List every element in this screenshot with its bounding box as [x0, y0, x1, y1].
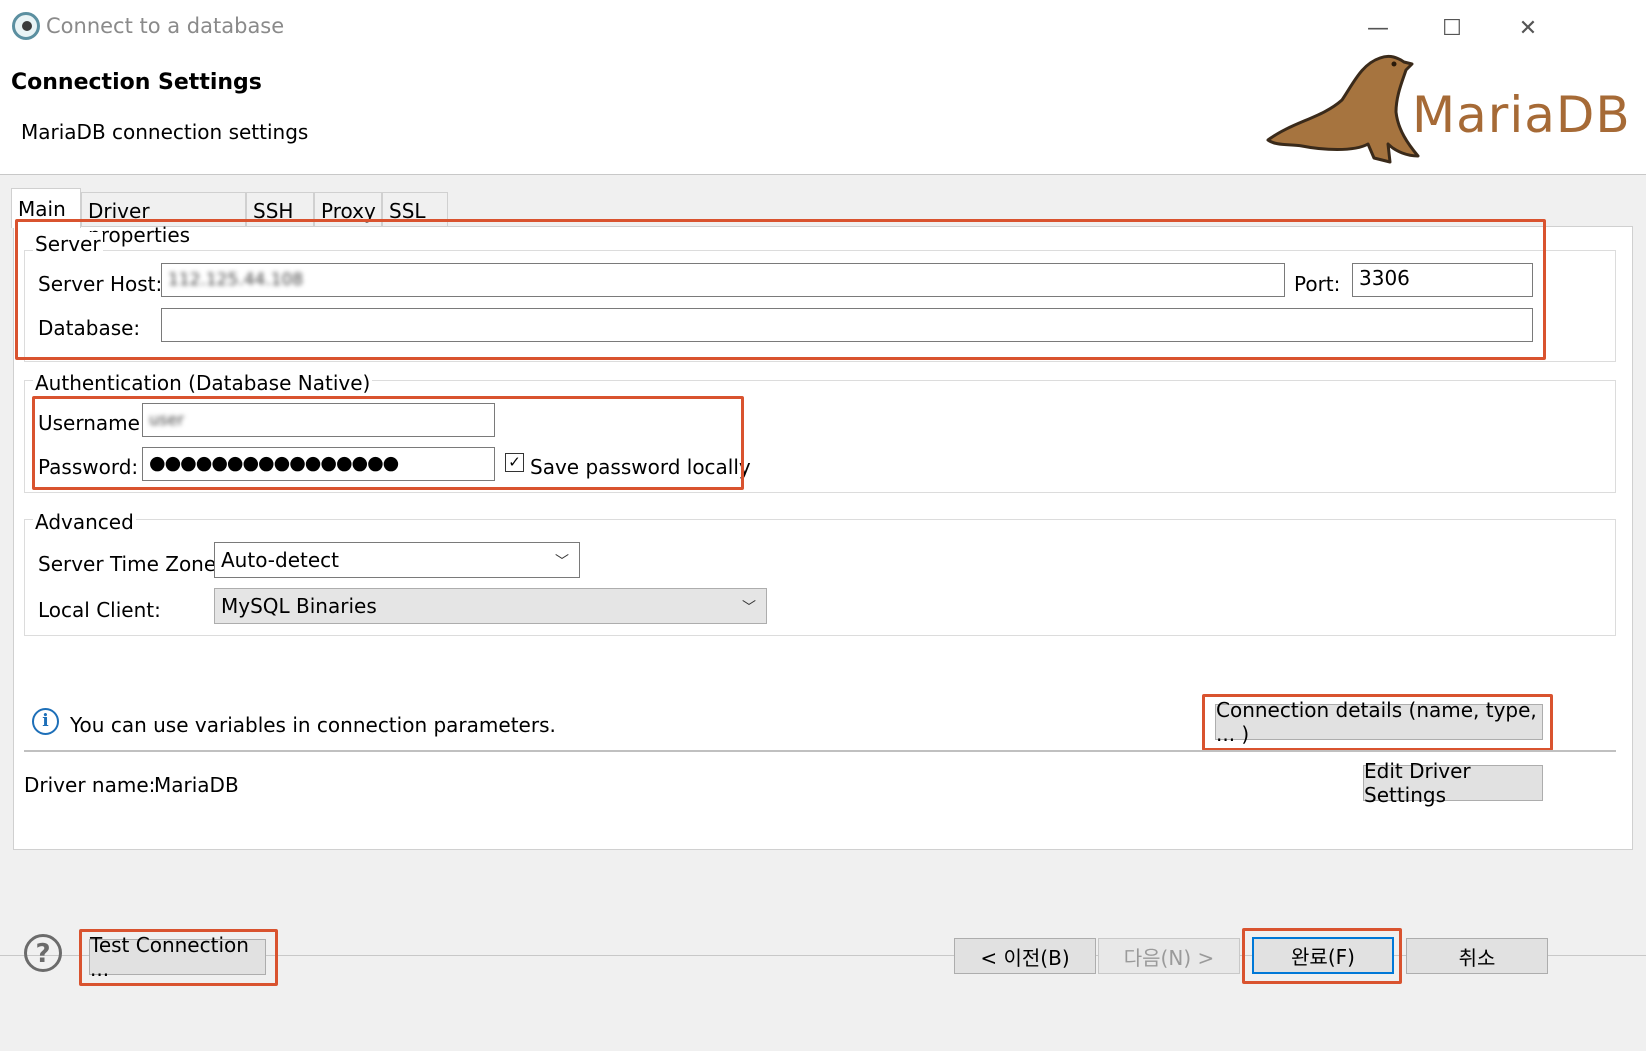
close-button[interactable]: ✕: [1508, 10, 1548, 46]
local-client-value: MySQL Binaries: [221, 594, 377, 618]
maximize-icon: ☐: [1442, 15, 1462, 41]
local-client-select[interactable]: MySQL Binaries ﹀: [214, 588, 767, 624]
help-icon[interactable]: ?: [24, 934, 62, 972]
auth-highlight: [32, 396, 744, 490]
timezone-value: Auto-detect: [221, 548, 340, 572]
page-subtitle: MariaDB connection settings: [21, 120, 309, 144]
connection-details-highlight: [1202, 694, 1553, 751]
test-connection-highlight: [79, 929, 278, 986]
close-icon: ✕: [1518, 15, 1538, 41]
minimize-icon: —: [1367, 15, 1389, 41]
logo-text: MariaDB: [1412, 86, 1631, 144]
sea-lion-icon: [1266, 54, 1420, 164]
app-icon: [12, 12, 40, 40]
info-divider: [24, 750, 1616, 752]
mariadb-logo: MariaDB: [1262, 52, 1646, 168]
maximize-button[interactable]: ☐: [1432, 10, 1472, 46]
timezone-select[interactable]: Auto-detect ﹀: [214, 542, 580, 578]
driver-name-value: MariaDB: [154, 773, 239, 797]
minimize-button[interactable]: —: [1358, 10, 1398, 46]
window-title: Connect to a database: [46, 14, 285, 38]
finish-highlight: [1242, 928, 1402, 984]
auth-group-label: Authentication (Database Native): [33, 371, 373, 395]
back-button[interactable]: < 이전(B): [954, 938, 1096, 974]
driver-name-label: Driver name:: [24, 773, 156, 797]
chevron-down-icon: ﹀: [742, 600, 756, 616]
cancel-button[interactable]: 취소: [1406, 938, 1548, 974]
chevron-down-icon: ﹀: [555, 554, 569, 570]
timezone-label: Server Time Zone:: [38, 552, 223, 576]
advanced-group-label: Advanced: [33, 510, 136, 534]
edit-driver-settings-button[interactable]: Edit Driver Settings: [1363, 759, 1543, 807]
server-highlight: [15, 219, 1546, 360]
next-button[interactable]: 다음(N) >: [1098, 938, 1240, 974]
info-text: You can use variables in connection para…: [70, 713, 556, 737]
page-title: Connection Settings: [11, 70, 262, 95]
info-icon: i: [32, 708, 59, 735]
local-client-label: Local Client:: [38, 598, 161, 622]
